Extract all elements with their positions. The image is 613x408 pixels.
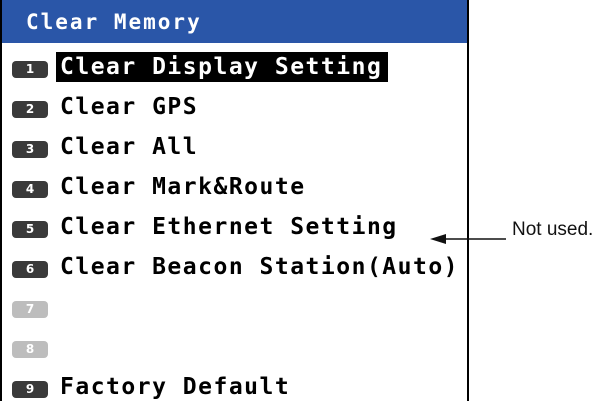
menu-item-label: Clear Mark&Route <box>60 174 306 200</box>
title-bar: Clear Memory <box>2 0 467 43</box>
menu-item-label: Clear GPS <box>60 94 199 120</box>
menu-item-clear-display-setting[interactable]: 1 Clear Display Setting <box>2 48 467 88</box>
callout-note: Not used. <box>512 219 594 240</box>
menu-item-clear-mark-route[interactable]: 4 Clear Mark&Route <box>2 168 467 208</box>
left-arrow-icon <box>430 234 506 244</box>
menu-item-clear-beacon-station-auto[interactable]: 6 Clear Beacon Station(Auto) <box>2 248 467 288</box>
menu-item-empty-7: 7 <box>2 288 467 328</box>
key-7-badge: 7 <box>12 301 48 318</box>
key-3-badge: 3 <box>12 141 48 158</box>
menu-item-label: Clear Display Setting <box>56 52 389 82</box>
key-5-badge: 5 <box>12 221 48 238</box>
menu-title: Clear Memory <box>26 10 202 34</box>
menu-item-label: Clear All <box>60 134 199 160</box>
menu-item-label: Clear Ethernet Setting <box>60 214 398 240</box>
key-6-badge: 6 <box>12 261 48 278</box>
menu-item-factory-default[interactable]: 9 Factory Default <box>2 368 467 408</box>
key-1-badge: 1 <box>12 61 48 78</box>
key-9-badge: 9 <box>12 381 48 398</box>
key-2-badge: 2 <box>12 101 48 118</box>
menu-item-label: Clear Beacon Station(Auto) <box>60 254 460 280</box>
menu-item-clear-ethernet-setting[interactable]: 5 Clear Ethernet Setting <box>2 208 467 248</box>
key-8-badge: 8 <box>12 341 48 358</box>
menu-item-clear-gps[interactable]: 2 Clear GPS <box>2 88 467 128</box>
menu-item-empty-8: 8 <box>2 328 467 368</box>
clear-memory-menu-panel: Clear Memory 1 Clear Display Setting 2 C… <box>0 0 469 401</box>
key-4-badge: 4 <box>12 181 48 198</box>
menu-item-label: Factory Default <box>60 374 291 400</box>
menu-item-clear-all[interactable]: 3 Clear All <box>2 128 467 168</box>
